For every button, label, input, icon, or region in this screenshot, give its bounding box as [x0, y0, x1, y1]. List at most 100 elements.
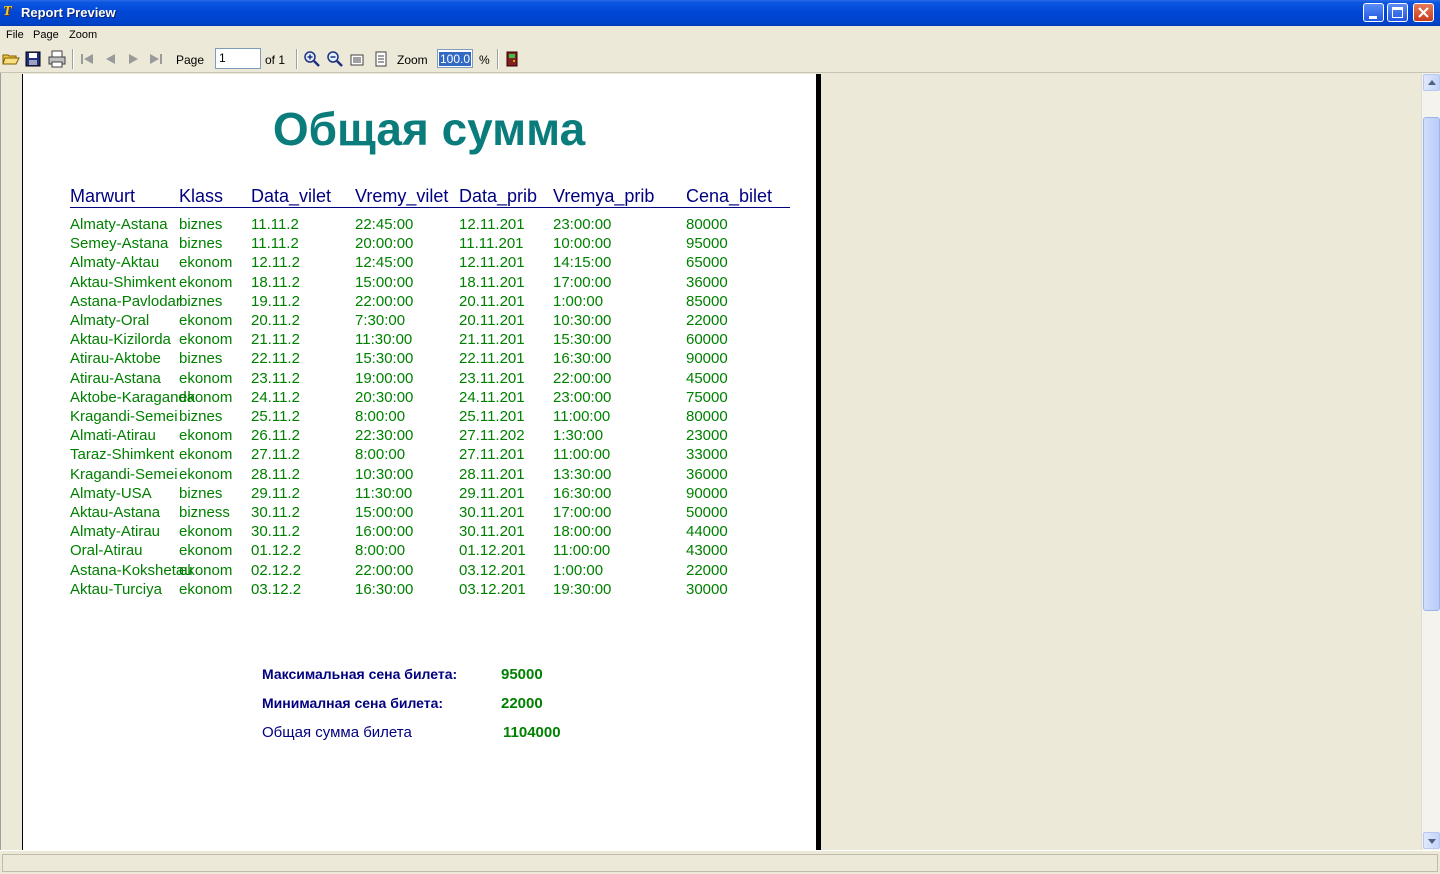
- close-button[interactable]: [1413, 3, 1434, 22]
- table-cell: 11:30:00: [355, 331, 413, 349]
- table-cell: 13:30:00: [553, 465, 612, 483]
- report-title: Общая сумма: [272, 103, 586, 155]
- table-cell: Almaty-USA: [70, 484, 152, 502]
- table-cell: 30.11.2: [251, 523, 300, 541]
- status-bar: [0, 850, 1440, 874]
- print-icon[interactable]: [48, 50, 66, 68]
- table-cell: 12.11.201: [459, 254, 525, 272]
- table-cell: 03.12.201: [459, 580, 526, 598]
- table-row: Almaty-Atirau ekonom 30.11.2 16:00:00 30.11.…: [0, 523, 800, 542]
- table-cell: 7:30:00: [355, 312, 406, 329]
- vertical-scrollbar[interactable]: [1421, 73, 1440, 850]
- table-cell: 22.11.2: [251, 350, 300, 368]
- table-cell: 19:00:00: [355, 369, 414, 387]
- table-cell: 18.11.2: [251, 273, 300, 291]
- table-cell: 43000: [686, 542, 728, 560]
- table-cell: 22000: [686, 312, 728, 329]
- table-cell: 11.11.2: [251, 216, 299, 233]
- close-report-icon[interactable]: [503, 50, 521, 68]
- table-cell: Kragandi-Semei: [70, 465, 178, 483]
- menu-page[interactable]: Page: [33, 29, 59, 41]
- table-row: Astana-Kokshetau ekonom 02.12.2 22:00:00 03.…: [0, 562, 800, 581]
- table-cell: 21.11.201: [459, 331, 525, 349]
- table-row: Almaty-Astana biznes 11.11.2 22:45:00 12.11.…: [0, 216, 800, 235]
- zoom-in-icon[interactable]: [303, 50, 321, 68]
- scroll-thumb[interactable]: [1423, 117, 1440, 611]
- table-cell: Aktobe-Karaganda: [70, 388, 196, 406]
- table-cell: 20:30:00: [355, 388, 414, 406]
- table-cell: 27.11.2: [251, 446, 300, 464]
- zoom-input[interactable]: 100.0: [437, 49, 473, 68]
- table-cell: 02.12.2: [251, 561, 302, 579]
- menu-bar: File Page Zoom: [0, 26, 1440, 45]
- scroll-up-button[interactable]: [1423, 74, 1440, 91]
- table-cell: 30000: [686, 580, 728, 598]
- table-cell: Atirau-Aktobe: [70, 350, 161, 368]
- min-price-label: Минималная сена билета:: [262, 695, 444, 711]
- table-cell: 10:30:00: [553, 312, 612, 329]
- table-cell: 11.11.2: [251, 235, 299, 253]
- table-cell: 20.11.201: [459, 292, 525, 310]
- table-cell: 17:00:00: [553, 504, 612, 521]
- table-cell: 28.11.201: [459, 465, 525, 483]
- table-row: Aktobe-Karaganda ekonom 24.11.2 20:30:00 24.…: [0, 389, 800, 408]
- table-cell: 12.11.201: [459, 216, 525, 233]
- min-price-value: 22000: [501, 695, 543, 712]
- page-width-icon[interactable]: [349, 50, 367, 68]
- table-cell: 75000: [686, 388, 728, 406]
- table-cell: 27.11.202: [459, 427, 525, 445]
- table-cell: 60000: [686, 331, 728, 349]
- table-cell: biznes: [179, 235, 223, 253]
- table-cell: 25.11.201: [459, 408, 525, 425]
- save-icon[interactable]: [24, 50, 42, 68]
- zoom-out-icon[interactable]: [326, 50, 344, 68]
- menu-zoom[interactable]: Zoom: [69, 29, 97, 41]
- prev-page-icon[interactable]: [101, 50, 119, 68]
- table-cell: 23000: [686, 427, 728, 445]
- scroll-down-button[interactable]: [1423, 832, 1440, 849]
- table-cell: Almaty-Oral: [70, 312, 150, 329]
- table-cell: 01.12.201: [459, 542, 526, 560]
- minimize-button[interactable]: [1363, 3, 1384, 22]
- table-cell: 30.11.201: [459, 523, 525, 541]
- table-cell: biznes: [179, 292, 223, 310]
- table-row: Atirau-Astana ekonom 23.11.2 19:00:00 23.11.…: [0, 370, 800, 389]
- table-row: Almaty-Aktau ekonom 12.11.2 12:45:00 12.11.2…: [0, 254, 800, 273]
- table-cell: biznes: [179, 408, 223, 425]
- last-page-icon[interactable]: [147, 50, 165, 68]
- table-cell: Astana-Kokshetau: [70, 561, 193, 579]
- table-cell: Taraz-Shimkent: [70, 446, 175, 464]
- table-cell: ekonom: [179, 388, 233, 406]
- table-cell: bizness: [179, 504, 230, 521]
- page-number-input[interactable]: 1: [215, 48, 261, 69]
- table-cell: ekonom: [179, 446, 233, 464]
- whole-page-icon[interactable]: [372, 50, 390, 68]
- table-cell: 80000: [686, 408, 728, 425]
- table-cell: 22000: [686, 561, 728, 579]
- table-cell: Oral-Atirau: [70, 542, 143, 560]
- max-price-value: 95000: [501, 666, 543, 683]
- table-cell: 30.11.2: [251, 504, 300, 521]
- table-cell: 12.11.2: [251, 254, 300, 272]
- table-cell: ekonom: [179, 331, 233, 349]
- first-page-icon[interactable]: [78, 50, 96, 68]
- column-header: Vremy_vilet: [355, 186, 449, 206]
- table-cell: 16:30:00: [553, 350, 612, 368]
- column-header: Vremya_prib: [553, 186, 655, 206]
- menu-file[interactable]: File: [6, 29, 24, 41]
- total-sum-label: Общая сумма билета: [262, 724, 412, 741]
- open-icon[interactable]: [2, 50, 20, 68]
- table-cell: Aktau-Kizilorda: [70, 331, 171, 349]
- table-cell: 36000: [686, 273, 728, 291]
- column-header: Data_vilet: [251, 186, 332, 206]
- window-title: Report Preview: [21, 5, 116, 20]
- table-cell: 95000: [686, 235, 728, 253]
- status-panel: [2, 854, 1438, 872]
- maximize-button[interactable]: [1387, 3, 1408, 22]
- table-cell: 1:00:00: [553, 561, 604, 579]
- table-cell: ekonom: [179, 312, 233, 329]
- table-cell: 22:30:00: [355, 427, 414, 445]
- column-header: Cena_bilet: [686, 186, 773, 206]
- next-page-icon[interactable]: [125, 50, 143, 68]
- table-cell: ekonom: [179, 523, 233, 541]
